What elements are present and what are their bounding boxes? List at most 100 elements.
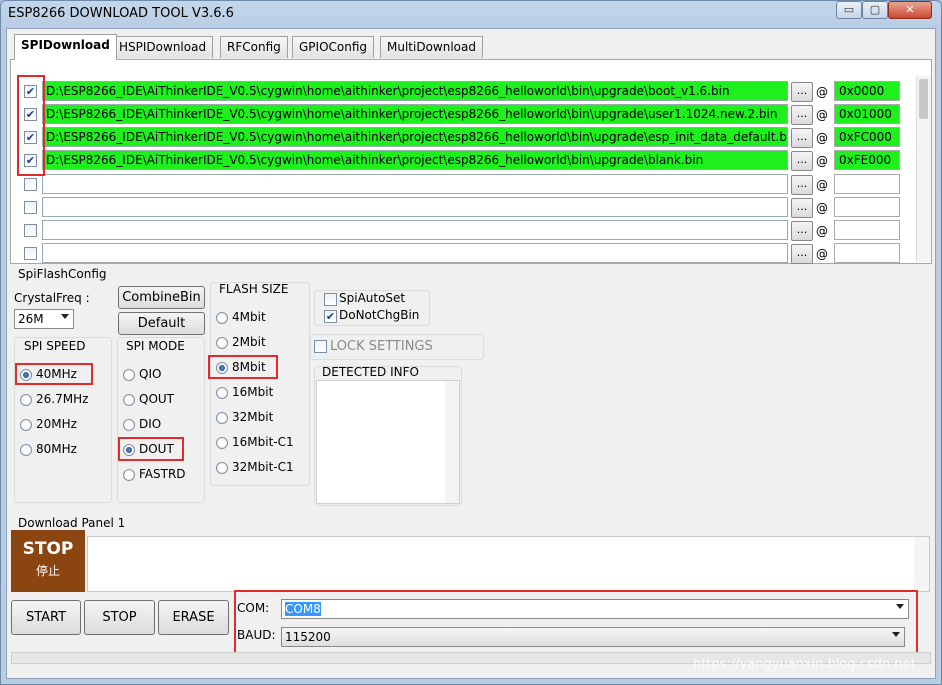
mode-radio[interactable] bbox=[123, 394, 135, 406]
speed-radio[interactable] bbox=[20, 444, 32, 456]
lock-settings-checkbox[interactable] bbox=[314, 340, 327, 353]
mode-option-label: DIO bbox=[139, 417, 162, 431]
file-path-field[interactable]: D:\ESP8266_IDE\AiThinkerIDE_V0.5\cygwin\… bbox=[42, 81, 788, 101]
detected-info-scrollbar[interactable] bbox=[445, 381, 459, 503]
size-option-label: 16Mbit bbox=[232, 385, 274, 399]
file-path-field[interactable] bbox=[42, 197, 788, 217]
browse-button[interactable]: ... bbox=[791, 105, 813, 125]
at-sign-label: @ bbox=[816, 201, 828, 215]
file-path-field[interactable]: D:\ESP8266_IDE\AiThinkerIDE_V0.5\cygwin\… bbox=[42, 104, 788, 124]
browse-button[interactable]: ... bbox=[791, 151, 813, 171]
size-radio[interactable] bbox=[216, 412, 228, 424]
crystalfreq-label: CrystalFreq : bbox=[14, 291, 90, 305]
mode-radio[interactable] bbox=[123, 369, 135, 381]
at-sign-label: @ bbox=[816, 85, 828, 99]
at-sign-label: @ bbox=[816, 224, 828, 238]
address-field[interactable]: 0xFC000 bbox=[834, 127, 900, 147]
tab-hspidownload[interactable]: HSPIDownload bbox=[112, 36, 214, 58]
address-field[interactable]: 0x01000 bbox=[834, 104, 900, 124]
file-path-field[interactable] bbox=[42, 243, 788, 263]
browse-button[interactable]: ... bbox=[791, 198, 813, 218]
highlight-spi-speed bbox=[15, 363, 93, 385]
mode-radio[interactable] bbox=[123, 469, 135, 481]
speed-option-label: 80MHz bbox=[36, 442, 77, 456]
size-option-label: 32Mbit-C1 bbox=[232, 460, 294, 474]
close-button[interactable]: ✕ bbox=[888, 1, 932, 19]
tab-gpioconfig[interactable]: GPIOConfig bbox=[292, 36, 375, 58]
file-checkbox[interactable] bbox=[24, 201, 37, 214]
address-field[interactable] bbox=[834, 243, 900, 263]
file-path-field[interactable]: D:\ESP8266_IDE\AiThinkerIDE_V0.5\cygwin\… bbox=[42, 150, 788, 170]
status-text-cn: 停止 bbox=[35, 564, 60, 578]
download-panel-title: Download Panel 1 bbox=[18, 516, 126, 530]
mode-option-label: QOUT bbox=[139, 392, 175, 406]
speed-radio[interactable] bbox=[20, 419, 32, 431]
browse-button[interactable]: ... bbox=[791, 82, 813, 102]
stop-button[interactable]: STOP bbox=[84, 600, 155, 635]
chevron-down-icon bbox=[61, 314, 69, 319]
address-field[interactable] bbox=[834, 174, 900, 194]
detected-info-textarea[interactable] bbox=[316, 380, 460, 504]
highlight-checkboxes bbox=[17, 75, 45, 176]
size-radio[interactable] bbox=[216, 312, 228, 324]
watermark: https://yangyuanxin.blog.csdn.net bbox=[693, 657, 916, 672]
status-indicator: STOP 停止 bbox=[11, 530, 85, 592]
spiautoset-label: SpiAutoSet bbox=[339, 291, 406, 305]
browse-button[interactable]: ... bbox=[791, 244, 813, 264]
mode-option-label: FASTRD bbox=[139, 467, 186, 481]
file-checkbox[interactable] bbox=[24, 224, 37, 237]
start-button[interactable]: START bbox=[11, 600, 81, 635]
size-option-label: 2Mbit bbox=[232, 335, 266, 349]
tab-multidownload[interactable]: MultiDownload bbox=[380, 36, 483, 58]
mode-radio[interactable] bbox=[123, 419, 135, 431]
size-radio[interactable] bbox=[216, 462, 228, 474]
browse-button[interactable]: ... bbox=[791, 128, 813, 148]
tab-rfconfig[interactable]: RFConfig bbox=[220, 36, 288, 58]
size-option-label: 4Mbit bbox=[232, 310, 266, 324]
crystalfreq-value: 26M bbox=[18, 312, 44, 326]
file-path-field[interactable] bbox=[42, 174, 788, 194]
highlight-flash-size bbox=[208, 355, 278, 379]
size-radio[interactable] bbox=[216, 437, 228, 449]
file-path-field[interactable]: D:\ESP8266_IDE\AiThinkerIDE_V0.5\cygwin\… bbox=[42, 127, 788, 147]
at-sign-label: @ bbox=[816, 154, 828, 168]
default-button[interactable]: Default bbox=[118, 312, 205, 335]
address-field[interactable] bbox=[834, 220, 900, 240]
donotchgbin-checkbox[interactable]: ✔ bbox=[324, 310, 337, 323]
size-option-label: 16Mbit-C1 bbox=[232, 435, 294, 449]
mode-option-label: QIO bbox=[139, 367, 162, 381]
browse-button[interactable]: ... bbox=[791, 175, 813, 195]
file-checkbox[interactable] bbox=[24, 178, 37, 191]
highlight-spi-mode bbox=[118, 437, 184, 461]
address-field[interactable]: 0x0000 bbox=[834, 81, 900, 101]
speed-option-label: 20MHz bbox=[36, 417, 77, 431]
address-field[interactable]: 0xFE000 bbox=[834, 150, 900, 170]
flash-size-title: FLASH SIZE bbox=[219, 282, 289, 296]
maximize-button[interactable]: ▢ bbox=[862, 1, 888, 19]
file-path-field[interactable] bbox=[42, 220, 788, 240]
file-checkbox[interactable] bbox=[24, 247, 37, 260]
highlight-com-baud bbox=[234, 590, 918, 658]
speed-radio[interactable] bbox=[20, 394, 32, 406]
combinebin-button[interactable]: CombineBin bbox=[118, 286, 205, 309]
lock-settings-label: LOCK SETTINGS bbox=[330, 339, 433, 354]
log-textarea[interactable] bbox=[87, 536, 930, 592]
size-radio[interactable] bbox=[216, 337, 228, 349]
erase-button[interactable]: ERASE bbox=[158, 600, 229, 635]
log-scrollbar[interactable] bbox=[914, 537, 929, 591]
spi-mode-title: SPI MODE bbox=[126, 339, 185, 353]
address-field[interactable] bbox=[834, 197, 900, 217]
browse-button[interactable]: ... bbox=[791, 221, 813, 241]
crystalfreq-select[interactable]: 26M bbox=[14, 309, 74, 329]
spiautoset-checkbox[interactable] bbox=[324, 293, 337, 306]
scrollbar-thumb[interactable] bbox=[919, 79, 928, 119]
minimize-button[interactable]: ▭ bbox=[836, 1, 862, 19]
spiflashconfig-title: SpiFlashConfig bbox=[18, 267, 107, 281]
at-sign-label: @ bbox=[816, 178, 828, 192]
tab-spidownload[interactable]: SPIDownload bbox=[14, 34, 117, 60]
at-sign-label: @ bbox=[816, 108, 828, 122]
window-title: ESP8266 DOWNLOAD TOOL V3.6.6 bbox=[8, 6, 234, 21]
status-text: STOP bbox=[22, 539, 74, 559]
speed-option-label: 26.7MHz bbox=[36, 392, 89, 406]
size-radio[interactable] bbox=[216, 387, 228, 399]
